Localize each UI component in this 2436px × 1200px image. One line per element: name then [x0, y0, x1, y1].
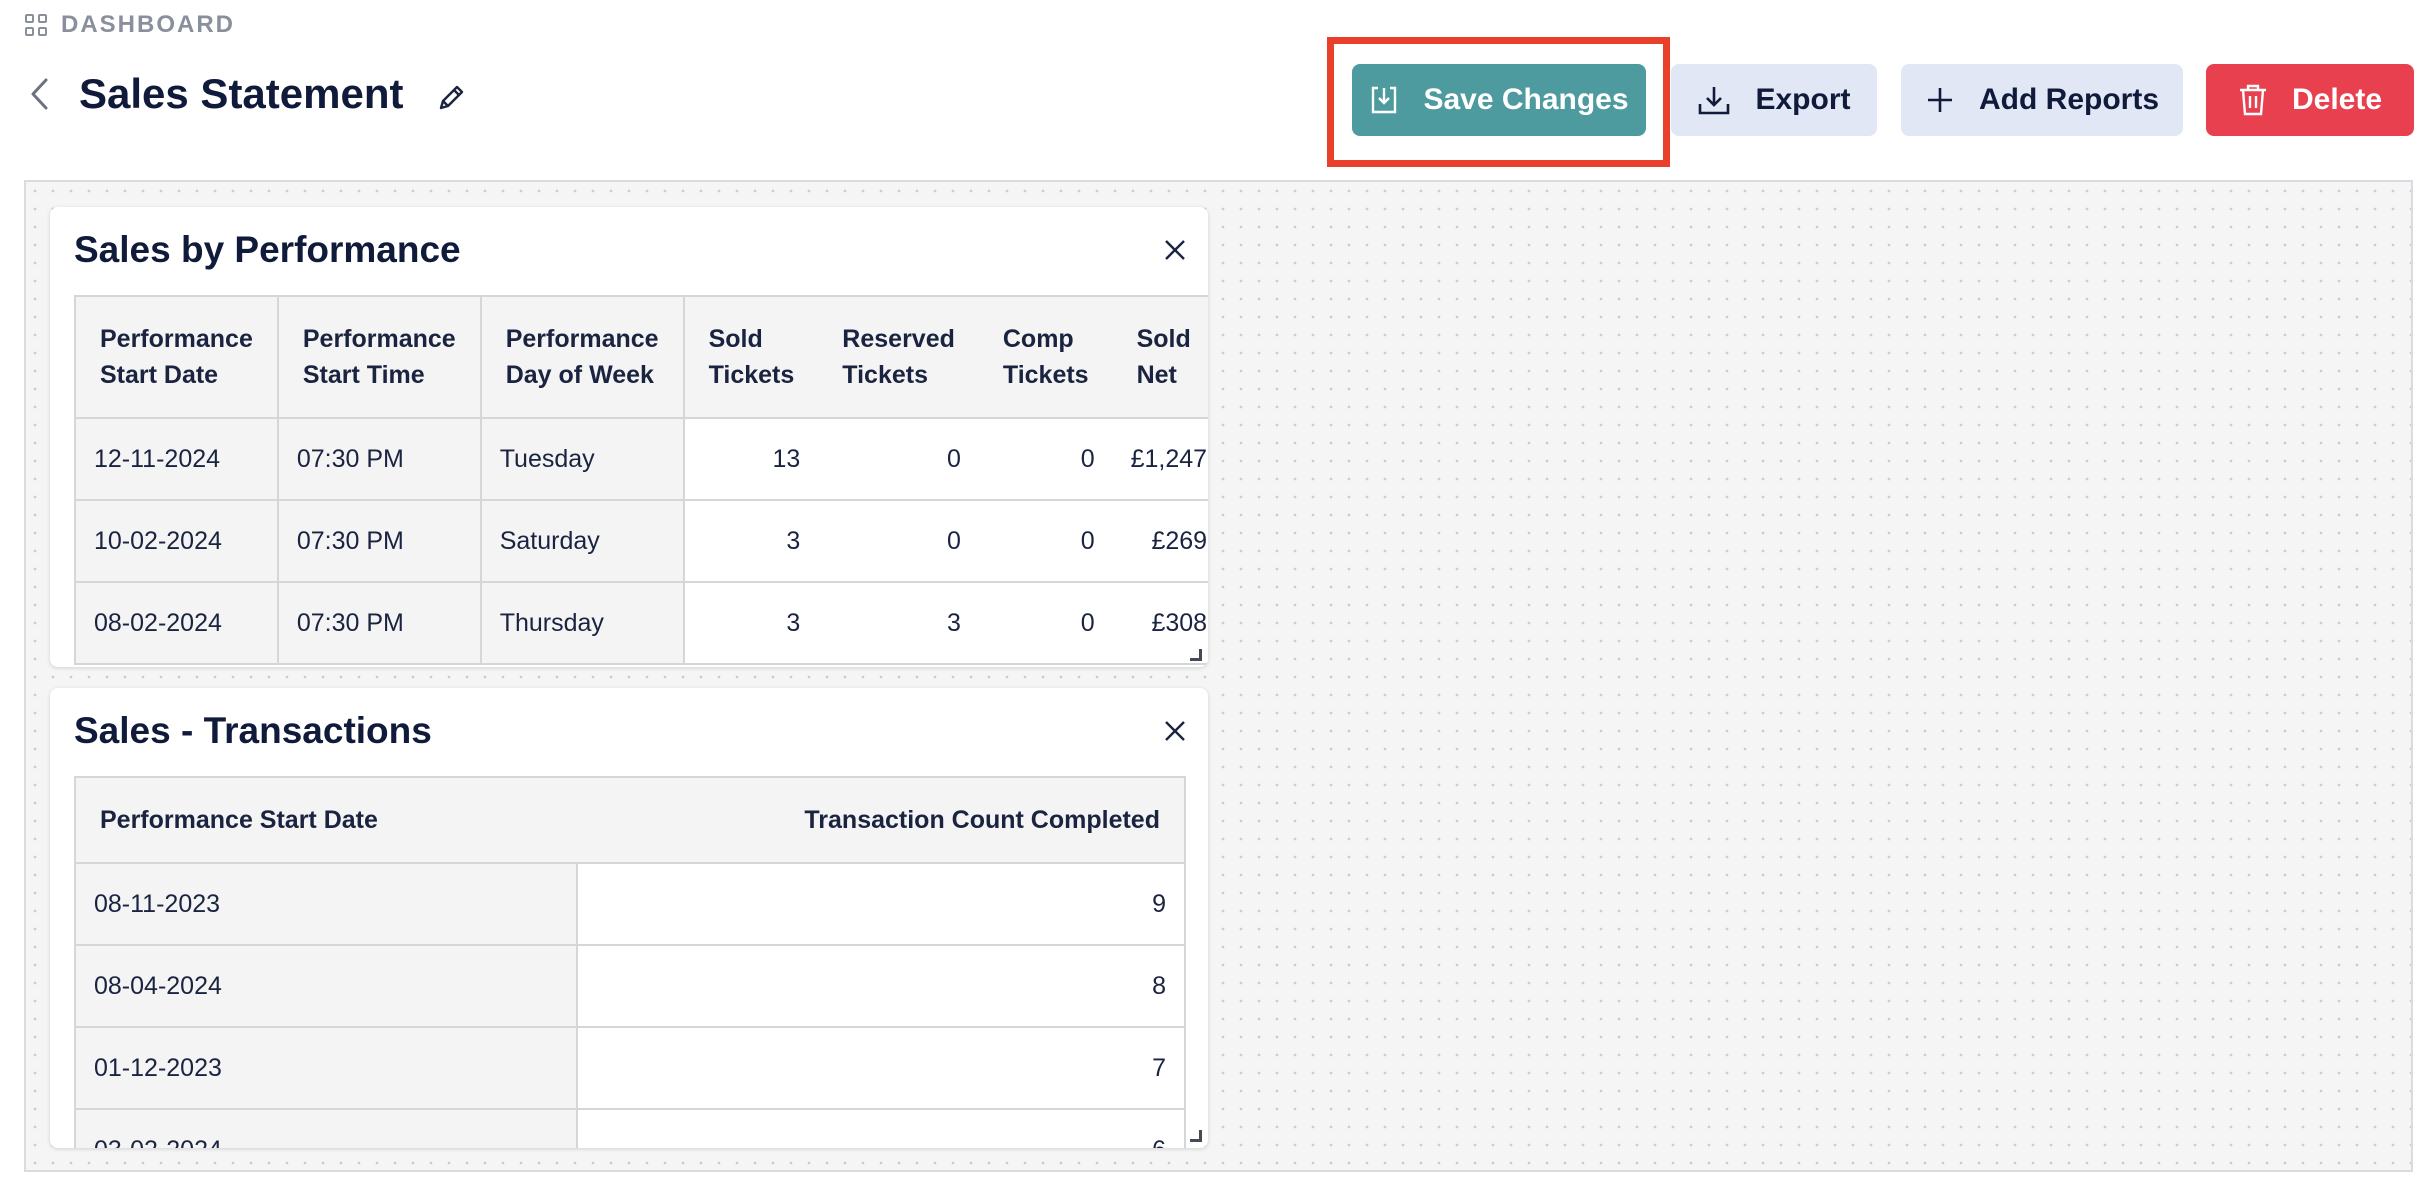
table-cell: 6	[576, 1108, 1186, 1148]
trash-icon	[2239, 84, 2266, 116]
table-cell: 08-02-2024	[74, 581, 279, 665]
table-cell: Thursday	[479, 581, 685, 665]
save-changes-label: Save Changes	[1423, 83, 1629, 116]
table-cell: 0	[978, 581, 1113, 665]
table-cell: 13	[682, 417, 819, 501]
download-icon	[1699, 87, 1730, 115]
save-changes-button[interactable]: Save Changes	[1352, 64, 1646, 136]
table-row: 01-12-2023 7	[74, 1026, 1186, 1110]
column-header[interactable]: Performance Start Date	[74, 776, 577, 864]
back-button[interactable]	[25, 74, 55, 114]
table-cell: 3	[682, 499, 819, 583]
delete-button[interactable]: Delete	[2206, 64, 2414, 136]
table-cell: 0	[818, 499, 979, 583]
table-cell: 0	[978, 417, 1113, 501]
table-row: 03-02-2024 6	[74, 1108, 1186, 1148]
column-header[interactable]: Sold Net	[1112, 295, 1208, 419]
chevron-left-icon	[31, 78, 48, 110]
close-widget-button[interactable]	[1160, 235, 1190, 265]
table-cell: 01-12-2023	[74, 1026, 578, 1110]
title-row: Sales Statement	[25, 64, 469, 124]
page-title: Sales Statement	[79, 70, 404, 117]
table-cell: 0	[978, 499, 1113, 583]
table-cell: 07:30 PM	[276, 581, 482, 665]
pencil-icon	[440, 85, 464, 110]
add-reports-button[interactable]: Add Reports	[1901, 64, 2183, 136]
table-cell: 07:30 PM	[276, 499, 482, 583]
close-icon	[1165, 721, 1185, 741]
sales-by-performance-table: Performance Start Date Performance Start T…	[74, 295, 1208, 665]
table-cell: 08-04-2024	[74, 944, 578, 1028]
column-header[interactable]: Performance Start Time	[276, 295, 482, 419]
widget-title: Sales - Transactions	[74, 710, 432, 751]
widget-sales-by-performance[interactable]: Sales by Performance Performance Start Da…	[50, 207, 1208, 667]
table-cell: 03-02-2024	[74, 1108, 578, 1148]
grid-icon	[25, 14, 47, 36]
sales-transactions-table: Performance Start Date Transaction Count…	[74, 776, 1186, 1148]
close-widget-button[interactable]	[1160, 716, 1190, 746]
table-row: 10-02-2024 07:30 PM Saturday 3 0 0 £269.…	[74, 499, 1208, 583]
widget-title: Sales by Performance	[74, 229, 461, 270]
table-cell: 3	[818, 581, 979, 665]
add-reports-label: Add Reports	[1979, 83, 2159, 116]
table-row: 08-04-2024 8	[74, 944, 1186, 1028]
table-cell: 7	[576, 1026, 1186, 1110]
table-cell: 3	[682, 581, 819, 665]
table-cell: 0	[818, 417, 979, 501]
table-cell: 08-11-2023	[74, 862, 578, 946]
widget-sales-transactions[interactable]: Sales - Transactions Performance Start D…	[50, 688, 1208, 1148]
table-cell: Tuesday	[479, 417, 685, 501]
column-header[interactable]: Performance Day of Week	[479, 295, 685, 419]
table-cell: £269.08	[1112, 499, 1208, 583]
column-header[interactable]: Transaction Count Completed	[577, 776, 1186, 864]
close-icon	[1165, 240, 1185, 260]
delete-label: Delete	[2291, 83, 2383, 116]
breadcrumb[interactable]: DASHBOARD	[25, 10, 235, 40]
breadcrumb-label: DASHBOARD	[61, 11, 235, 38]
table-row: 12-11-2024 07:30 PM Tuesday 13 0 0 £1,24…	[74, 417, 1208, 501]
plus-icon	[1928, 88, 1952, 112]
export-label: Export	[1755, 83, 1851, 116]
table-cell: £1,247.00	[1112, 417, 1208, 501]
resize-handle[interactable]	[1190, 1130, 1202, 1142]
table-cell: 8	[576, 944, 1186, 1028]
table-row: 08-11-2023 9	[74, 862, 1186, 946]
table-header-row: Performance Start Date Performance Start T…	[74, 295, 1208, 419]
column-header[interactable]: Sold Tickets	[682, 295, 819, 419]
edit-title-button[interactable]	[433, 80, 469, 116]
table-cell: 12-11-2024	[74, 417, 279, 501]
table-cell: 9	[576, 862, 1186, 946]
column-header[interactable]: Performance Start Date	[74, 295, 279, 419]
table-header-row: Performance Start Date Transaction Count…	[74, 776, 1186, 864]
table-cell: 07:30 PM	[276, 417, 482, 501]
column-header[interactable]: Comp Tickets	[978, 295, 1113, 419]
resize-handle[interactable]	[1190, 649, 1202, 661]
column-header[interactable]: Reserved Tickets	[818, 295, 979, 419]
save-icon	[1372, 86, 1397, 114]
export-button[interactable]: Export	[1671, 64, 1877, 136]
table-row: 08-02-2024 07:30 PM Thursday 3 3 0 £308.…	[74, 581, 1208, 665]
table-cell: 10-02-2024	[74, 499, 279, 583]
table-cell: Saturday	[479, 499, 685, 583]
